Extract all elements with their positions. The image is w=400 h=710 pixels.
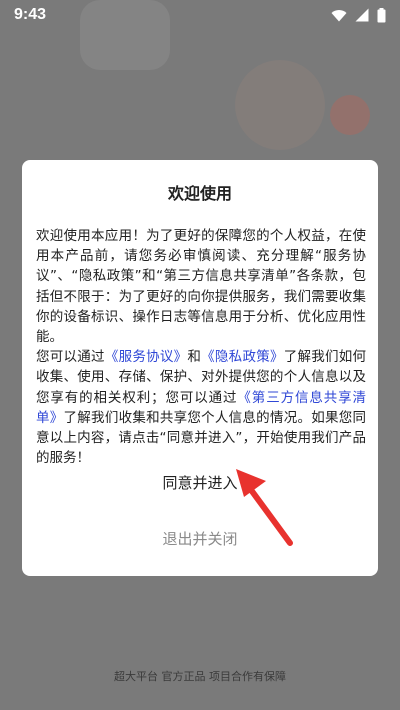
privacy-dialog: 欢迎使用 欢迎使用本应用！为了更好的保障您的个人权益，在使用本产品前，请您务必审… (22, 160, 378, 576)
status-icons (331, 7, 386, 23)
battery-icon (377, 7, 386, 23)
background-shape (330, 95, 370, 135)
cellular-signal-icon (355, 8, 369, 22)
body-text: 您可以通过 (36, 349, 105, 366)
footer-slogan: 超大平台 官方正品 项目合作有保障 (114, 670, 286, 683)
status-bar: 9:43 (0, 0, 400, 30)
intro-text: 欢迎使用本应用！为了更好的保障您的个人权益，在使用本产品前，请您务必审慎阅读、充… (36, 228, 366, 346)
wifi-icon (331, 9, 347, 22)
dialog-body: 欢迎使用本应用！为了更好的保障您的个人权益，在使用本产品前，请您务必审慎阅读、充… (36, 226, 366, 468)
status-time: 9:43 (14, 6, 47, 23)
background-shape (235, 60, 325, 150)
body-text: 和 (187, 349, 202, 366)
pointer-arrow-icon (236, 469, 293, 546)
privacy-policy-link[interactable]: 《隐私政策》 (201, 349, 284, 365)
dialog-title: 欢迎使用 (167, 184, 232, 203)
service-agreement-link[interactable]: 《服务协议》 (105, 349, 188, 365)
body-text: 了解我们收集和共享您个人信息的情况。如果您同意以上内容，请点击“同意并进入”，开… (36, 409, 367, 467)
